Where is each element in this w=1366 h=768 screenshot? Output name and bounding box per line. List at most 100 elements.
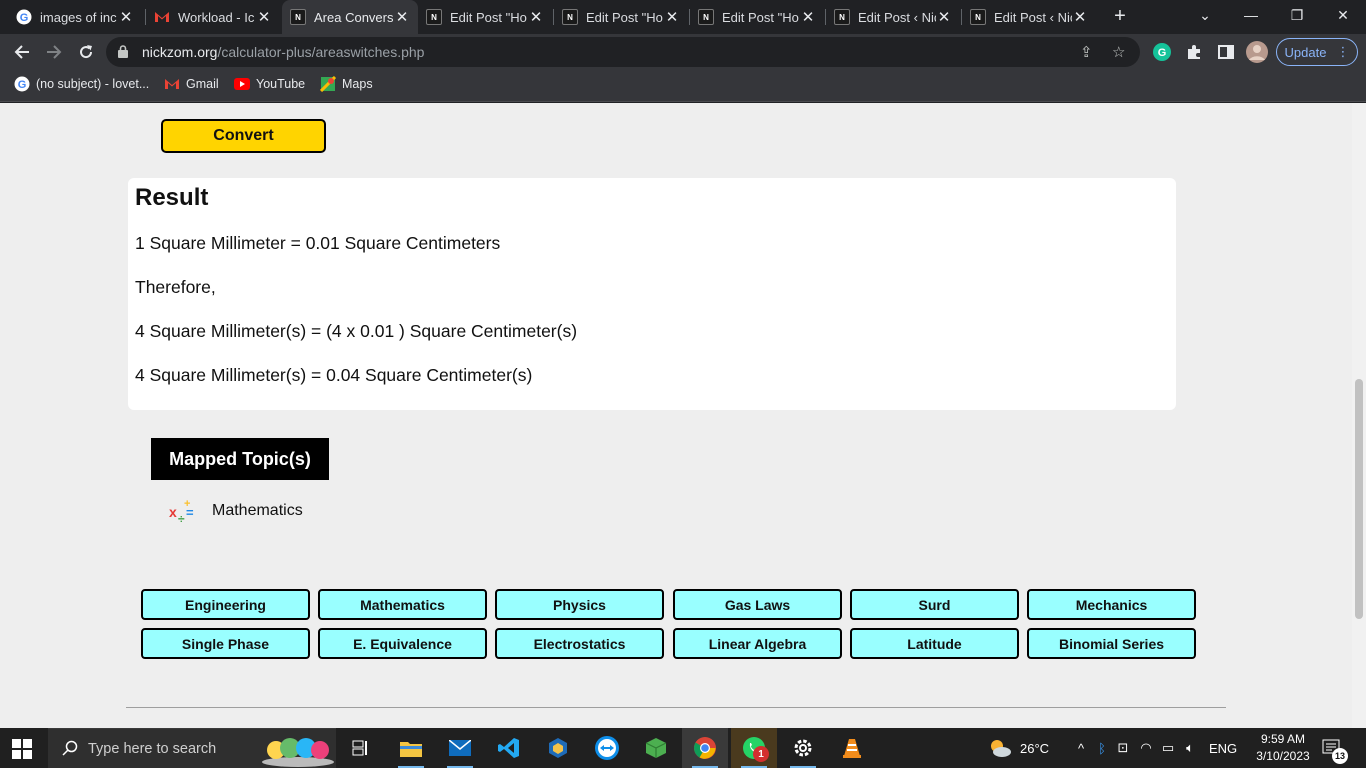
- nickzom-icon: N: [562, 9, 578, 25]
- close-window-button[interactable]: ✕: [1320, 0, 1366, 30]
- result-line-2: Therefore,: [135, 277, 216, 297]
- result-line-3: 4 Square Millimeter(s) = (4 x 0.01 ) Squ…: [135, 321, 578, 341]
- taskbar-search-box[interactable]: Type here to search: [48, 728, 336, 768]
- windows-taskbar: Type here to search 1 26°C ^ ᛒ ⊡ ◠ ▭ 🔈︎ …: [0, 728, 1366, 768]
- wifi-icon[interactable]: ◠: [1137, 740, 1155, 756]
- tab-area-conversion[interactable]: N Area Convers ✕: [282, 0, 418, 34]
- update-button[interactable]: Update ⋮: [1276, 38, 1358, 66]
- battery-icon[interactable]: ▭: [1159, 740, 1177, 756]
- page-scrollbar[interactable]: [1352, 103, 1366, 728]
- close-icon[interactable]: ✕: [528, 8, 544, 26]
- search-icon: [62, 740, 78, 756]
- close-icon[interactable]: ✕: [118, 8, 134, 26]
- share-icon[interactable]: ⇪: [1080, 43, 1093, 61]
- whatsapp-badge: 1: [753, 746, 769, 762]
- tab-edit-post-2[interactable]: N Edit Post "Ho ✕: [554, 0, 688, 34]
- tab-edit-post-5[interactable]: N Edit Post ‹ Nic ✕: [962, 0, 1096, 34]
- restore-button[interactable]: ❐: [1274, 0, 1320, 30]
- reload-icon[interactable]: [72, 38, 100, 66]
- google-g-icon: G: [14, 76, 30, 92]
- notifications-icon[interactable]: 13: [1322, 728, 1348, 768]
- teamviewer-icon[interactable]: [584, 728, 630, 768]
- close-icon[interactable]: ✕: [256, 8, 272, 26]
- extensions-puzzle-icon[interactable]: [1184, 42, 1204, 62]
- bookmark-maps[interactable]: Maps: [320, 76, 373, 92]
- link-e-equivalence[interactable]: E. Equivalence: [318, 628, 487, 659]
- close-icon[interactable]: ✕: [664, 8, 680, 26]
- settings-gear-icon[interactable]: [780, 728, 826, 768]
- task-view-icon[interactable]: [338, 728, 384, 768]
- convert-button[interactable]: Convert: [161, 119, 326, 153]
- link-physics[interactable]: Physics: [495, 589, 664, 620]
- tab-edit-post-1[interactable]: N Edit Post "Ho ✕: [418, 0, 552, 34]
- bookmarks-bar: G (no subject) - lovet... Gmail YouTube …: [0, 70, 1366, 102]
- page-content: Convert Result 1 Square Millimeter = 0.0…: [0, 103, 1352, 728]
- virtualbox-icon[interactable]: [535, 728, 581, 768]
- math-symbols-icon: x ÷ = +: [168, 497, 198, 526]
- bookmark-gmail[interactable]: Gmail: [164, 76, 219, 92]
- bookmark-youtube[interactable]: YouTube: [234, 76, 305, 92]
- bookmark-no-subject[interactable]: G (no subject) - lovet...: [14, 76, 149, 92]
- mail-icon[interactable]: [437, 728, 483, 768]
- volume-icon[interactable]: 🔈︎: [1181, 740, 1199, 756]
- nickzom-icon: N: [970, 9, 986, 25]
- topic-mathematics[interactable]: x ÷ = + Mathematics: [168, 497, 303, 526]
- link-latitude[interactable]: Latitude: [850, 628, 1019, 659]
- link-binomial-series[interactable]: Binomial Series: [1027, 628, 1196, 659]
- new-tab-button[interactable]: +: [1108, 5, 1132, 29]
- gmail-icon: [154, 9, 170, 25]
- whatsapp-icon[interactable]: 1: [731, 728, 777, 768]
- meet-now-icon[interactable]: ⊡: [1114, 740, 1132, 756]
- back-arrow-icon[interactable]: [8, 38, 36, 66]
- close-icon[interactable]: ✕: [800, 8, 816, 26]
- link-mechanics[interactable]: Mechanics: [1027, 589, 1196, 620]
- svg-text:G: G: [20, 12, 29, 24]
- close-icon[interactable]: ✕: [394, 8, 410, 26]
- link-single-phase[interactable]: Single Phase: [141, 628, 310, 659]
- link-engineering[interactable]: Engineering: [141, 589, 310, 620]
- side-panel-icon[interactable]: [1216, 42, 1236, 62]
- grammarly-icon[interactable]: G: [1152, 42, 1172, 62]
- divider: [126, 707, 1226, 708]
- link-linear-algebra[interactable]: Linear Algebra: [673, 628, 842, 659]
- weather-widget[interactable]: 26°C: [988, 728, 1049, 768]
- link-electrostatics[interactable]: Electrostatics: [495, 628, 664, 659]
- clock[interactable]: 9:59 AM 3/10/2023: [1250, 731, 1316, 765]
- result-line-4: 4 Square Millimeter(s) = 0.04 Square Cen…: [135, 365, 533, 385]
- tab-edit-post-3[interactable]: N Edit Post "Ho ✕: [690, 0, 824, 34]
- chevron-up-icon[interactable]: ^: [1074, 741, 1088, 756]
- tab-workload[interactable]: Workload - Ic ✕: [146, 0, 280, 34]
- profile-avatar[interactable]: [1246, 41, 1268, 63]
- minecraft-icon[interactable]: [633, 728, 679, 768]
- gmail-icon: [164, 76, 180, 92]
- link-mathematics[interactable]: Mathematics: [318, 589, 487, 620]
- chrome-icon[interactable]: [682, 728, 728, 768]
- svg-text:G: G: [18, 79, 27, 91]
- forward-arrow-icon[interactable]: [40, 38, 68, 66]
- tab-search-chevron-icon[interactable]: ⌄: [1182, 0, 1228, 30]
- nickzom-icon: N: [290, 9, 306, 25]
- link-surd[interactable]: Surd: [850, 589, 1019, 620]
- bookmark-star-icon[interactable]: ☆: [1112, 43, 1125, 61]
- vscode-icon[interactable]: [486, 728, 532, 768]
- tab-edit-post-4[interactable]: N Edit Post ‹ Nic ✕: [826, 0, 960, 34]
- tray-icons: ^ ᛒ ⊡ ◠ ▭ 🔈︎ ENG: [1074, 728, 1237, 768]
- file-explorer-icon[interactable]: [388, 728, 434, 768]
- minimize-button[interactable]: —: [1228, 0, 1274, 30]
- link-gas-laws[interactable]: Gas Laws: [673, 589, 842, 620]
- address-bar[interactable]: nickzom.org/calculator-plus/areaswitches…: [106, 37, 1140, 67]
- vlc-icon[interactable]: [829, 728, 875, 768]
- close-icon[interactable]: ✕: [936, 8, 952, 26]
- result-line-1: 1 Square Millimeter = 0.01 Square Centim…: [135, 233, 501, 253]
- scroll-thumb[interactable]: [1355, 379, 1363, 619]
- browser-toolbar: nickzom.org/calculator-plus/areaswitches…: [0, 34, 1366, 70]
- result-heading: Result: [135, 184, 209, 211]
- maps-icon: [320, 76, 336, 92]
- result-panel: Result 1 Square Millimeter = 0.01 Square…: [128, 178, 1176, 410]
- close-icon[interactable]: ✕: [1072, 8, 1088, 26]
- windows-start-icon[interactable]: [12, 739, 32, 759]
- tab-images[interactable]: G images of inc ✕: [8, 0, 142, 34]
- bluetooth-icon[interactable]: ᛒ: [1093, 741, 1111, 756]
- svg-text:x: x: [169, 504, 177, 520]
- nickzom-icon: N: [698, 9, 714, 25]
